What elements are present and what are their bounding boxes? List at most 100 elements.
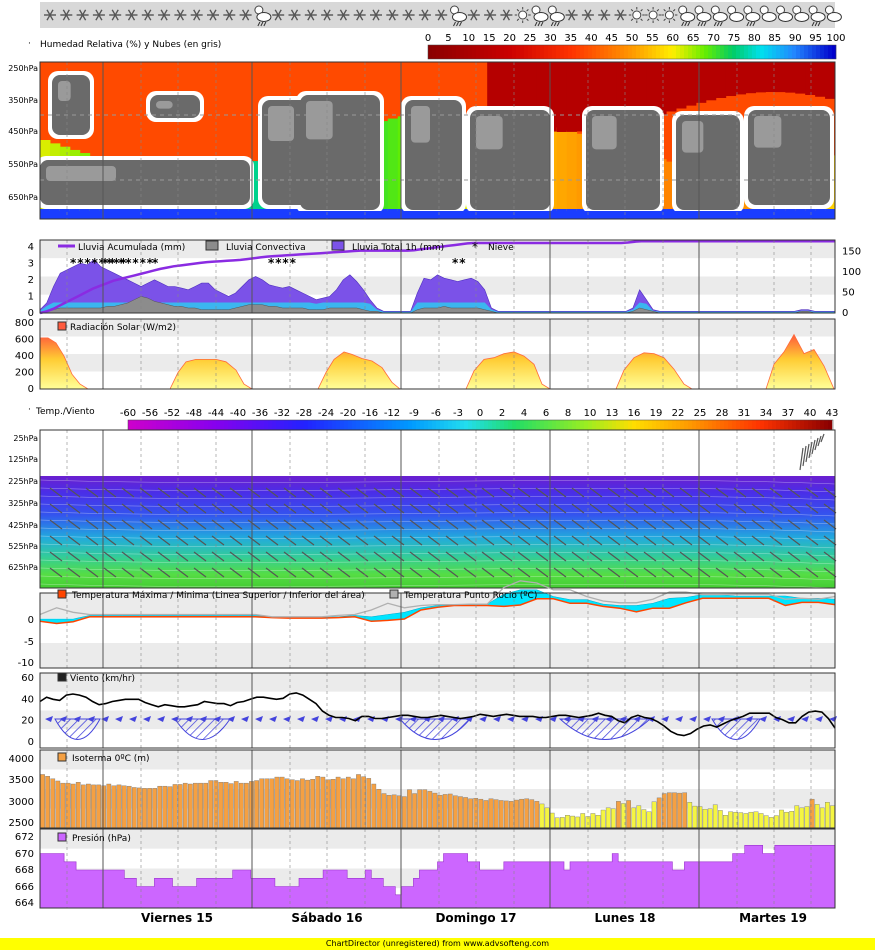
colorbar-cell xyxy=(768,45,773,59)
isotherm-bar xyxy=(687,802,693,829)
isotherm-bar xyxy=(142,788,147,829)
day-label: Lunes 18 xyxy=(595,911,656,925)
isotherm-bar xyxy=(458,796,463,829)
colorbar-cell xyxy=(492,45,497,59)
day-label: Sábado 16 xyxy=(291,911,362,925)
colorbar-cell xyxy=(544,45,549,59)
isotherm-bar xyxy=(310,779,315,829)
isotherm-bar xyxy=(381,793,387,829)
isotherm-bar xyxy=(111,785,117,829)
isotherm-bar xyxy=(152,788,158,829)
colorbar-label: 35 xyxy=(564,33,577,44)
humidity-dry-top xyxy=(765,62,776,93)
isotherm-tick: 4000 xyxy=(9,754,34,765)
humidity-dry-top xyxy=(775,62,786,93)
colorbar-label: 40 xyxy=(804,408,817,419)
isotherm-bar xyxy=(345,776,351,829)
isotherm-bar xyxy=(75,782,81,829)
colorbar-label: -9 xyxy=(409,408,419,419)
isotherm-bar xyxy=(427,791,433,829)
colorbar-cell xyxy=(572,45,577,59)
isotherm-bar xyxy=(126,785,132,829)
colorbar-cell xyxy=(552,45,557,59)
cloud-icon xyxy=(810,12,826,22)
weather-icon xyxy=(661,7,678,23)
isotherm-bar xyxy=(340,778,346,829)
colorbar-cell xyxy=(756,45,761,59)
isotherm-bar xyxy=(743,813,749,829)
pressure-level-label: 25hPa xyxy=(13,434,38,443)
isotherm-bar xyxy=(162,785,168,829)
day-label: Domingo 17 xyxy=(435,911,516,925)
snow-marker: * xyxy=(118,256,125,270)
band xyxy=(40,673,835,692)
isotherm-bar xyxy=(259,778,265,829)
isotherm-bar xyxy=(131,787,137,829)
isotherm-bar xyxy=(437,795,443,829)
colorbar-cell xyxy=(444,45,449,59)
rain-tick-left: 4 xyxy=(28,242,34,253)
colorbar-label: 75 xyxy=(728,33,741,44)
colorbar-cell xyxy=(700,45,705,59)
pressure-panel: Presión (hPa) 664 666 668 670 672 xyxy=(15,828,836,909)
colorbar-cell xyxy=(780,45,785,59)
colorbar-cell xyxy=(648,45,653,59)
footer-credit: ChartDirector (unregistered) from www.ad… xyxy=(0,938,875,950)
colorbar-cell xyxy=(560,45,565,59)
colorbar-cell xyxy=(528,45,533,59)
pressure-level-label: 350hPa xyxy=(8,96,38,105)
humidity-dry-top xyxy=(556,62,568,132)
rain-tick-right: 50 xyxy=(842,288,855,299)
isotherm-bar xyxy=(534,801,540,829)
isotherm-bar xyxy=(50,778,56,829)
isotherm-bar xyxy=(101,785,107,829)
colorbar-cell xyxy=(460,45,465,59)
wind-tick: 20 xyxy=(21,716,34,727)
isotherm-bar xyxy=(738,812,744,829)
isotherm-panel: Isoterma 0ºC (m) 2500 3000 3500 4000 xyxy=(9,749,836,829)
snow-marker: * xyxy=(92,256,99,270)
isotherm-bar xyxy=(295,780,300,829)
colorbar-cell xyxy=(616,45,621,59)
isotherm-bar xyxy=(65,782,71,829)
colorbar-label: 8 xyxy=(565,408,571,419)
cloud-light xyxy=(58,81,71,101)
isotherm-bar xyxy=(677,792,682,829)
wind-panel: Viento (km/hr) 0 20 40 60 xyxy=(21,672,837,749)
isotherm-bar xyxy=(468,798,473,829)
isotherm-bar xyxy=(264,778,270,829)
colorbar-cell xyxy=(640,45,645,59)
isotherm-bar xyxy=(519,798,524,829)
humidity-low-band xyxy=(556,127,568,219)
colorbar-cell xyxy=(764,45,769,59)
colorbar-label: 5 xyxy=(445,33,451,44)
colorbar-cell xyxy=(740,45,745,59)
isotherm-bar xyxy=(371,783,377,829)
colorbar-cell xyxy=(692,45,697,59)
isotherm-bar xyxy=(646,811,652,829)
isotherm-bar xyxy=(498,800,504,829)
meteogram-chart: · Humedad Relativa (%) y Nubes (en gris) 0… xyxy=(8,2,861,925)
day-labels: Viernes 15 Sábado 16 Domingo 17 Lunes 18 Mar… xyxy=(141,911,807,925)
snow-marker: * xyxy=(132,256,139,270)
isotherm-bar xyxy=(600,809,606,829)
colorbar-label: 28 xyxy=(716,408,729,419)
isotherm-bar xyxy=(733,811,738,829)
pressure-level-label: 450hPa xyxy=(8,127,38,136)
isotherm-bar xyxy=(452,795,458,829)
humidity-dry-top xyxy=(715,62,727,99)
isotherm-bar xyxy=(121,785,127,829)
colorbar-label: 100 xyxy=(826,33,845,44)
colorbar-cell xyxy=(520,45,525,59)
humidity-field xyxy=(36,62,836,219)
isotherm-bar xyxy=(728,811,733,829)
colorbar-cell xyxy=(508,45,513,59)
humidity-dry-top xyxy=(755,62,766,93)
isotherm-bar xyxy=(697,806,703,829)
colorbar-label: 90 xyxy=(789,33,802,44)
isotherm-bar xyxy=(96,784,101,829)
band xyxy=(40,750,835,770)
colorbar-label: 19 xyxy=(650,408,663,419)
isotherm-bar xyxy=(361,776,366,829)
snow-marker: * xyxy=(125,256,132,270)
